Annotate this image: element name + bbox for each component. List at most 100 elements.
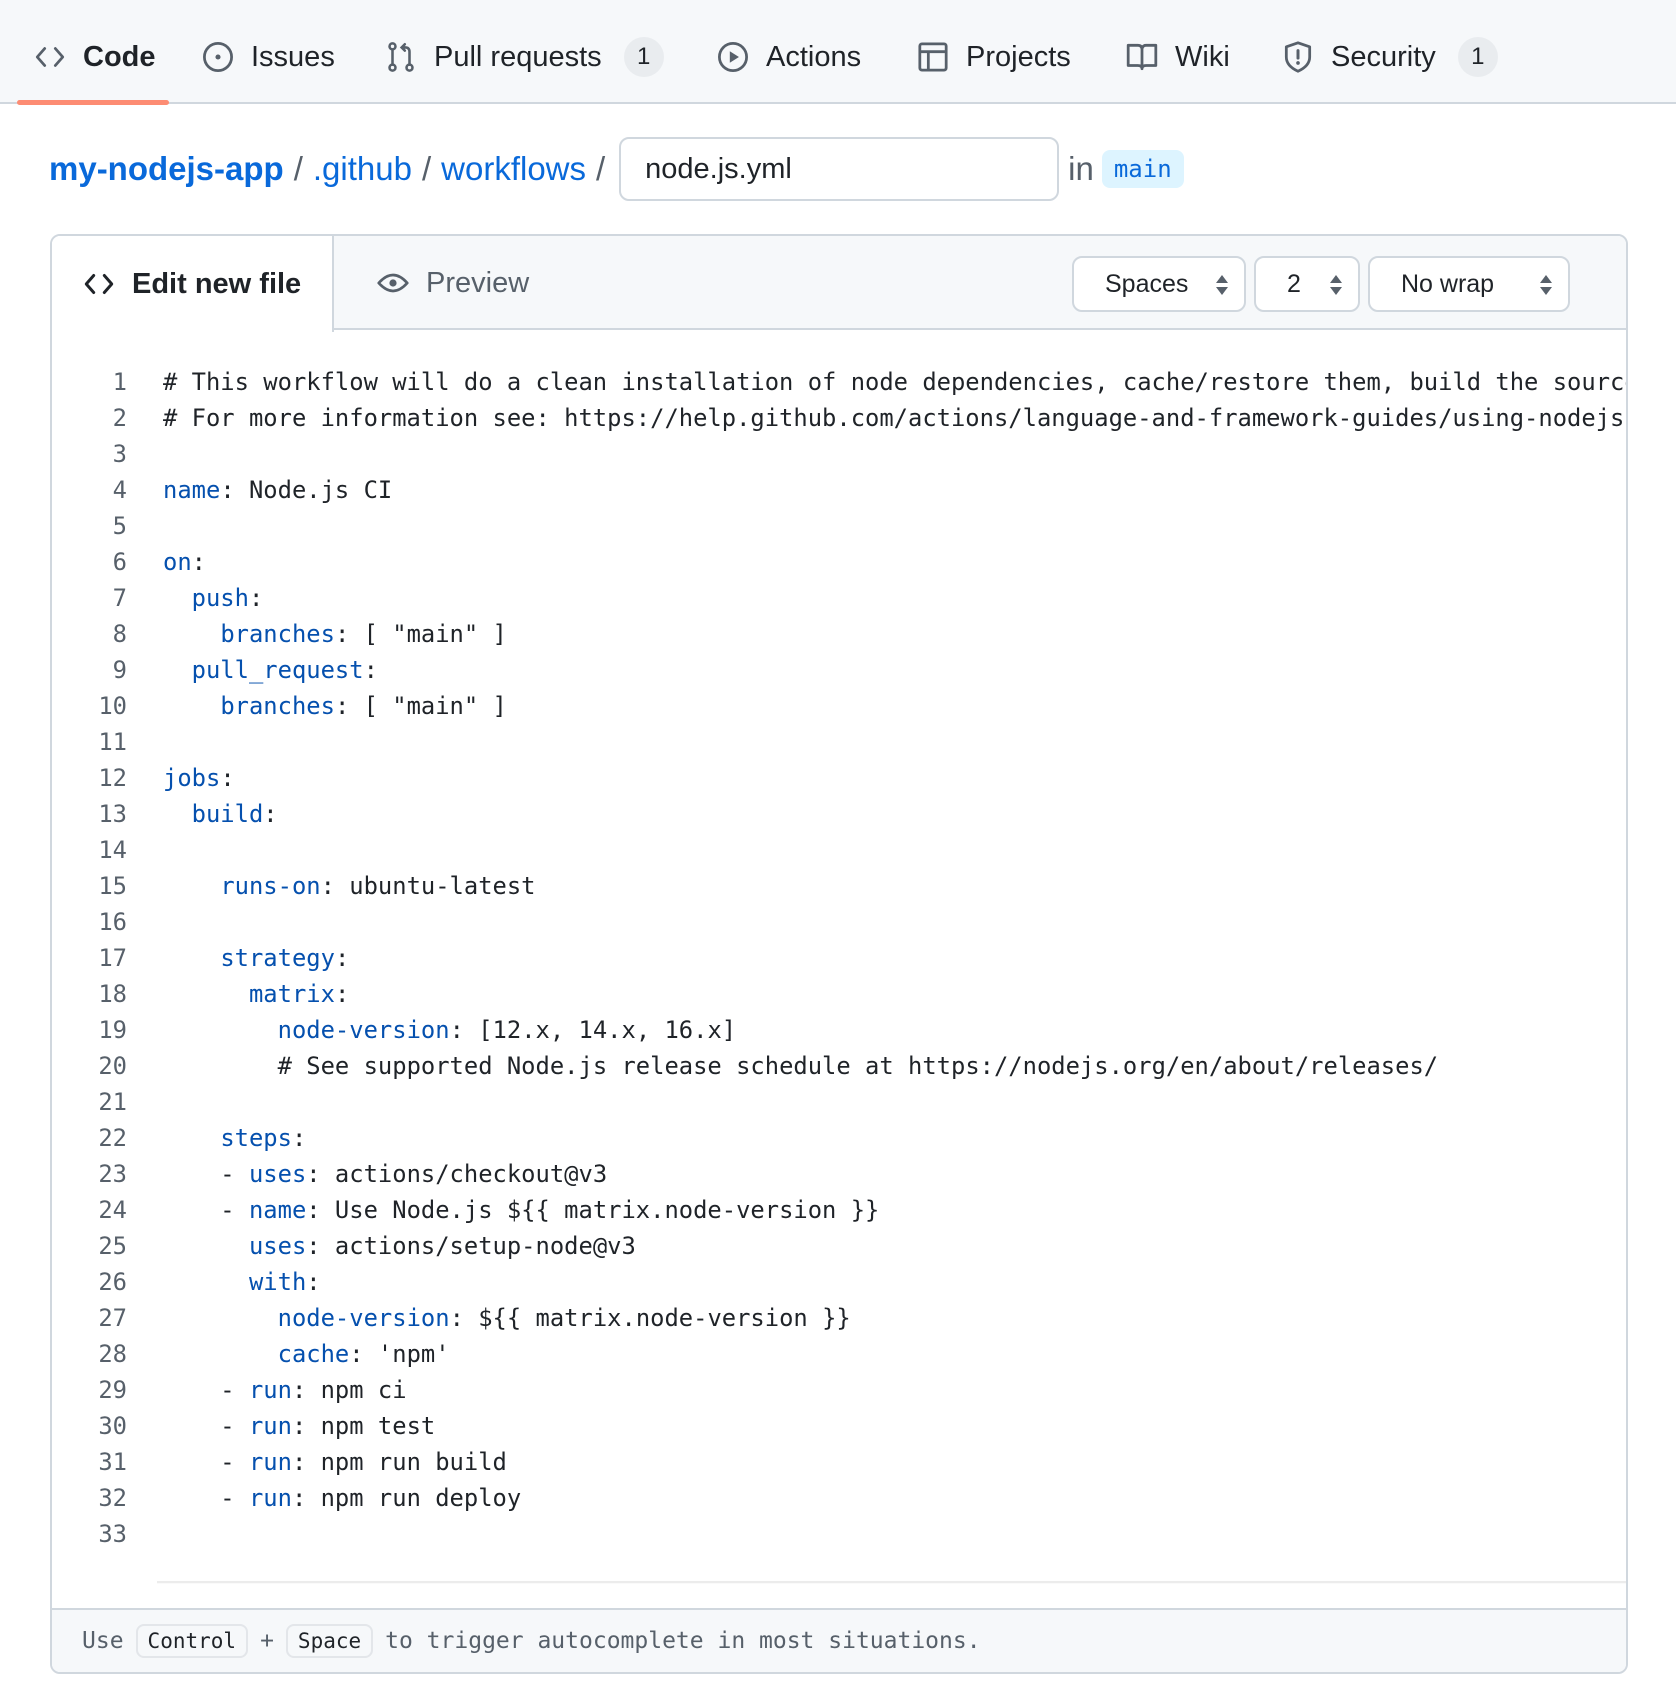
line-content: runs-on: ubuntu-latest (127, 868, 535, 904)
line-content: jobs: (127, 760, 235, 796)
code-line: 8 branches: [ "main" ] (52, 616, 1626, 652)
line-content (127, 832, 163, 868)
nav-tab-security[interactable]: Security 1 (1281, 34, 1498, 80)
tab-edit-new-file[interactable]: Edit new file (52, 236, 334, 332)
nav-tab-code[interactable]: Code (33, 34, 156, 80)
yaml-key: run (248, 1448, 292, 1476)
line-number: 11 (98, 728, 127, 756)
line-number: 19 (98, 1016, 127, 1044)
yaml-value: : (334, 944, 350, 972)
code-line: 10 branches: [ "main" ] (52, 688, 1626, 724)
nav-tab-projects[interactable]: Projects (916, 34, 1071, 80)
filename-input[interactable] (619, 137, 1060, 201)
play-icon (716, 40, 750, 74)
nav-tab-label: Code (83, 40, 156, 73)
book-icon (1125, 40, 1159, 74)
code-editor[interactable]: 1 # This workflow will do a clean install… (52, 332, 1626, 1584)
indent: - (163, 1160, 249, 1188)
line-content: branches: [ "main" ] (127, 616, 507, 652)
line-number: 1 (112, 368, 127, 396)
line-content: # See supported Node.js release schedule… (127, 1048, 1438, 1084)
shield-icon (1281, 40, 1315, 74)
line-content: pull_request: (127, 652, 378, 688)
code-line: 19 node-version: [12.x, 14.x, 16.x] (52, 1012, 1626, 1048)
code-line: 29 - run: npm ci (52, 1372, 1626, 1408)
code-line: 17 strategy: (52, 940, 1626, 976)
code-line: 32 - run: npm run deploy (52, 1480, 1626, 1516)
nav-tab-label: Security (1331, 40, 1436, 73)
nav-tab-label: Projects (966, 40, 1071, 73)
indent-size-value: 2 (1287, 269, 1301, 298)
yaml-value: : (291, 1124, 307, 1152)
yaml-key: push (191, 584, 249, 612)
line-content: # For more information see: https://help… (127, 400, 1626, 436)
kbd-control: Control (135, 1624, 249, 1658)
wrap-mode-select[interactable]: No wrap (1368, 256, 1570, 312)
line-number: 27 (98, 1304, 127, 1332)
line-number: 13 (98, 800, 127, 828)
code-line: 21 (52, 1084, 1626, 1120)
nav-tab-label: Wiki (1175, 40, 1230, 73)
line-number: 23 (98, 1160, 127, 1188)
breadcrumb-separator: / (596, 150, 606, 187)
nav-tab-issues[interactable]: Issues (201, 34, 335, 80)
indent-size-select[interactable]: 2 (1254, 256, 1360, 312)
code-line: 4 name: Node.js CI (52, 472, 1626, 508)
yaml-value: : ${{ matrix.node-version }} (449, 1304, 851, 1332)
nav-tab-pull-requests[interactable]: Pull requests 1 (384, 34, 664, 80)
nav-tab-actions[interactable]: Actions (716, 34, 861, 80)
line-number: 12 (98, 764, 127, 792)
line-number: 16 (98, 908, 127, 936)
line-content: - name: Use Node.js ${{ matrix.node-vers… (127, 1192, 879, 1228)
nav-tab-wiki[interactable]: Wiki (1125, 34, 1230, 80)
line-number: 4 (112, 476, 127, 504)
code-line: 22 steps: (52, 1120, 1626, 1156)
code-icon (82, 267, 116, 301)
line-number: 25 (98, 1232, 127, 1260)
indent-mode-select[interactable]: Spaces (1072, 256, 1246, 312)
code-line: 2 # For more information see: https://hel… (52, 400, 1626, 436)
yaml-key: name (248, 1196, 307, 1224)
breadcrumb-repo-link[interactable]: my-nodejs-app (49, 150, 284, 188)
line-number: 5 (112, 512, 127, 540)
yaml-value: : [12.x, 14.x, 16.x] (449, 1016, 737, 1044)
line-content: - uses: actions/checkout@v3 (127, 1156, 607, 1192)
git-pull-request-icon (384, 40, 418, 74)
select-arrows-icon (1330, 275, 1342, 295)
yaml-key: run (248, 1412, 292, 1440)
line-number: 21 (98, 1088, 127, 1116)
breadcrumb-folder-github[interactable]: .github (313, 150, 412, 188)
horizontal-scrollbar[interactable] (157, 1581, 1626, 1584)
editor-footer-hint: Use Control + Space to trigger autocompl… (52, 1608, 1626, 1672)
nav-tab-label: Actions (766, 40, 862, 73)
line-number: 2 (112, 404, 127, 432)
code-line: 11 (52, 724, 1626, 760)
yaml-key: matrix (248, 980, 335, 1008)
yaml-value: : Node.js CI (220, 476, 393, 504)
nav-tab-label: Issues (251, 40, 335, 73)
breadcrumb-separator: / (421, 150, 432, 187)
line-content: - run: npm test (127, 1408, 435, 1444)
code-line: 13 build: (52, 796, 1626, 832)
yaml-value: : (306, 1268, 321, 1296)
code-line: 31 - run: npm run build (52, 1444, 1626, 1480)
yaml-value: : npm run deploy (291, 1484, 522, 1512)
yaml-value: : actions/setup-node@v3 (306, 1232, 636, 1260)
yaml-key: branches (220, 692, 335, 720)
line-content: name: Node.js CI (127, 472, 392, 508)
yaml-key: runs-on (220, 872, 321, 900)
code-line: 5 (52, 508, 1626, 544)
line-content: with: (127, 1264, 321, 1300)
breadcrumb-folder-workflows[interactable]: workflows (441, 150, 586, 188)
line-number: 30 (98, 1412, 127, 1440)
tab-preview[interactable]: Preview (334, 236, 529, 330)
line-number: 17 (98, 944, 127, 972)
yaml-key: uses (248, 1160, 307, 1188)
yaml-key: run (248, 1376, 292, 1404)
code-line: 26 with: (52, 1264, 1626, 1300)
